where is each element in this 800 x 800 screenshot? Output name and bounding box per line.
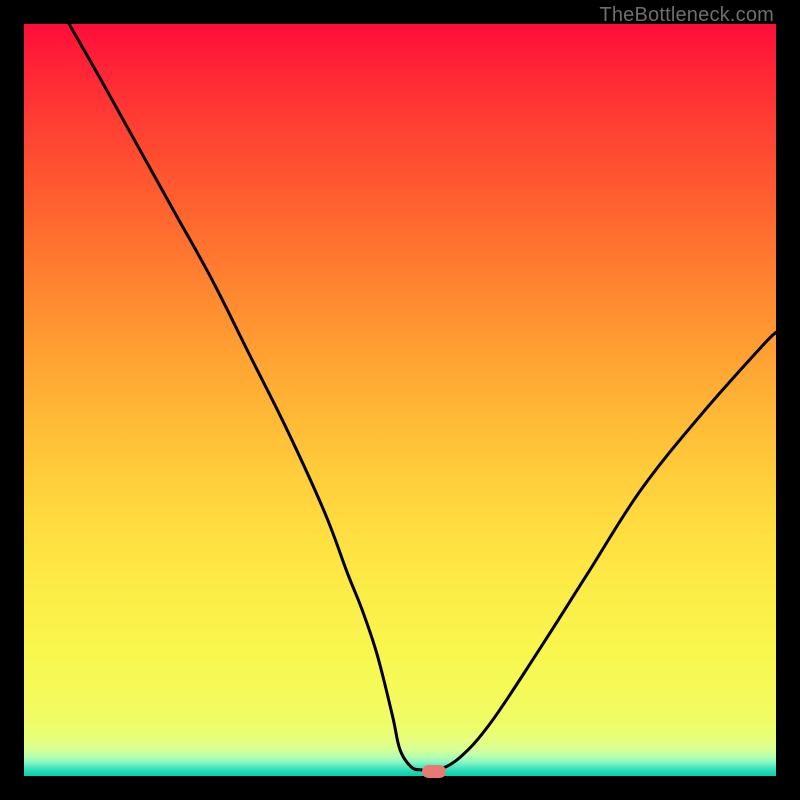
- gradient-plot-area: [24, 24, 776, 776]
- watermark-text: TheBottleneck.com: [599, 4, 774, 27]
- chart-container: TheBottleneck.com: [0, 0, 800, 800]
- min-marker: [422, 765, 446, 778]
